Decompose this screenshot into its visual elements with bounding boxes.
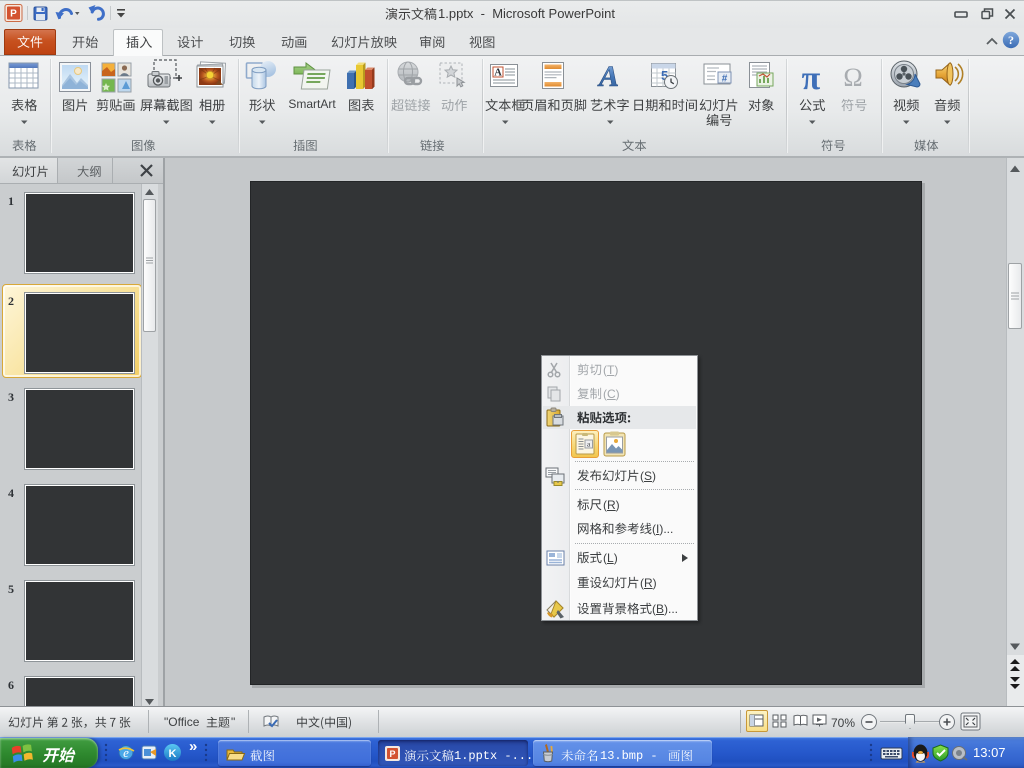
svg-text:P: P <box>389 749 395 759</box>
svg-text:A: A <box>597 60 619 93</box>
svg-text:π: π <box>802 61 821 93</box>
svg-text:?: ? <box>1008 33 1014 47</box>
svg-text:#: # <box>722 74 728 85</box>
svg-text:Ω: Ω <box>843 63 862 92</box>
svg-text:P: P <box>10 9 17 20</box>
svg-text:A: A <box>494 68 502 79</box>
svg-text:e: e <box>123 745 129 760</box>
svg-text:K: K <box>169 748 177 760</box>
